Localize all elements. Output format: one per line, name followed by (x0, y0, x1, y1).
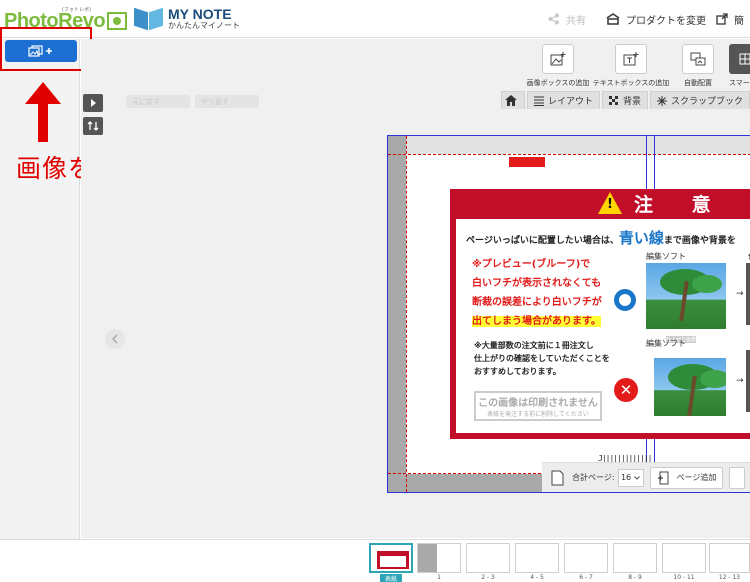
notice-warning-text: ※プレビュー(ブルーフ)で 白いフチが表示されなくても 断裁の誤差により白いフチ… (472, 259, 602, 327)
thumbnail-page-1[interactable] (417, 543, 461, 573)
tab-background[interactable]: 背景 (602, 91, 649, 109)
add-image-box-button[interactable]: 画像ボックスの追加 (523, 44, 593, 90)
photo-caption: 仕上がり画像 (666, 336, 697, 343)
page-thumbnail-strip: 表紙 1 2 - 3 4 - 5 6 - 7 8 - 9 10 - 11 12 … (0, 539, 750, 582)
auto-layout-icon (690, 52, 706, 66)
photorevo-mark-icon (107, 12, 128, 30)
previous-page-button[interactable] (105, 329, 125, 349)
change-product-label: プロダクトを変更 (626, 15, 706, 27)
sample-photo-correct (646, 263, 726, 329)
notice-lead: ページいっぱいに配置したい場合は、青い線まで画像や背景を (466, 229, 736, 247)
page-canvas[interactable]: 注 意 ページいっぱいに配置したい場合は、青い線まで画像や背景を ※プレビュー(… (387, 135, 750, 493)
undo-button[interactable]: 元に戻す (126, 95, 190, 108)
app-header: PhotoRevo (フォトレボ) MY NOTE かんたんマイノート 共有 プ… (0, 0, 750, 38)
edit-software-label: 編集ソフト (646, 252, 686, 261)
thumbnail-page-10-11[interactable] (662, 543, 706, 573)
mynote-logo[interactable]: MY NOTE かんたんマイノート (134, 6, 240, 32)
text-box-icon (623, 52, 639, 66)
tab-scrapbook[interactable]: スクラップブック (650, 91, 750, 109)
share-button[interactable]: 共有 (548, 10, 586, 28)
book-icon (134, 7, 164, 31)
checker-icon (609, 95, 619, 105)
home-icon (505, 95, 517, 106)
sort-arrows-icon (87, 121, 99, 131)
tab-background-label: 背景 (623, 97, 642, 107)
play-right-icon (91, 99, 96, 107)
correct-circle-icon (614, 289, 636, 311)
smart-layout-icon (739, 53, 750, 65)
page-count-bar: 合計ページ: 16 ページ追加 (542, 462, 750, 492)
share-icon (548, 13, 559, 25)
change-product-button[interactable]: プロダクトを変更 (606, 10, 706, 28)
chevron-left-icon (111, 334, 118, 344)
auto-layout-label: 自動配置 (684, 79, 712, 87)
thumbnail-cover-label: 表紙 (380, 574, 402, 582)
expand-panel-button[interactable] (83, 94, 103, 112)
mynote-logo-title: MY NOTE (168, 6, 232, 22)
add-page-label: ページ追加 (676, 473, 717, 482)
thumbnail-page-6-7[interactable] (564, 543, 608, 573)
not-printed-stamp: この画像は印刷されません 表紙を発注する前に削除してください (474, 391, 602, 421)
tab-home[interactable] (501, 91, 525, 109)
easy-mode-button[interactable]: 簡 (716, 10, 744, 28)
warning-icon (598, 192, 622, 214)
document-icon (551, 470, 563, 485)
notice-note: ※大量部数の注文前に１冊注文し 仕上がりの確認をしていただくことを おすすめして… (474, 341, 610, 376)
add-page-button[interactable]: ページ追加 (649, 466, 724, 489)
share-label: 共有 (566, 15, 586, 27)
cover-marker (509, 157, 545, 167)
wrong-cross-icon: ✕ (614, 378, 638, 402)
total-pages-label: 合計ページ: (572, 473, 615, 482)
smart-button[interactable]: スマー (729, 44, 750, 90)
side-tabs: レイアウト 背景 スクラップブック (501, 91, 750, 109)
redo-label: やり直す (201, 97, 229, 106)
add-page-icon (657, 471, 669, 484)
arrow-right-icon-2: → (736, 376, 744, 386)
redo-button[interactable]: やり直す (195, 95, 259, 108)
notice-title: 注 意 (634, 193, 727, 216)
thumbnail-cover[interactable] (369, 543, 413, 573)
thumbnail-page-8-9[interactable] (613, 543, 657, 573)
notice-graphic[interactable]: 注 意 ページいっぱいに配置したい場合は、青い線まで画像や背景を ※プレビュー(… (450, 189, 750, 439)
photorevo-logo-subtitle: (フォトレボ) (62, 7, 91, 13)
chevron-down-icon (634, 475, 640, 480)
external-link-icon (716, 13, 728, 25)
add-image-box-label: 画像ボックスの追加 (526, 79, 590, 87)
image-box-icon (550, 52, 566, 66)
thumbnail-page-2-3[interactable] (466, 543, 510, 573)
annotation-arrow-icon (25, 82, 61, 142)
annotation-highlight-box (0, 27, 92, 71)
thumbnail-page-12-13[interactable] (709, 543, 750, 573)
tab-layout[interactable]: レイアウト (527, 91, 601, 109)
undo-label: 元に戻す (132, 97, 160, 106)
add-text-box-button[interactable]: テキストボックスの追加 (593, 44, 669, 90)
tab-layout-label: レイアウト (548, 97, 594, 107)
sort-button[interactable] (83, 117, 103, 135)
auto-layout-button[interactable]: 自動配置 (663, 44, 733, 90)
easy-mode-label: 簡 (734, 15, 744, 27)
tab-scrapbook-label: スクラップブック (671, 97, 744, 107)
total-pages-select[interactable]: 16 (617, 468, 644, 487)
page-extra-button[interactable] (729, 466, 746, 489)
sample-photo-wrong (646, 350, 726, 416)
product-icon (606, 13, 620, 25)
thumbnail-page-4-5[interactable] (515, 543, 559, 573)
add-text-box-label: テキストボックスの追加 (592, 79, 670, 87)
smart-label: スマー (729, 79, 750, 87)
mynote-logo-subtitle: かんたんマイノート (168, 21, 240, 30)
arrow-right-icon: → (736, 289, 744, 299)
layout-icon (534, 96, 544, 106)
sparkle-icon (657, 95, 668, 106)
